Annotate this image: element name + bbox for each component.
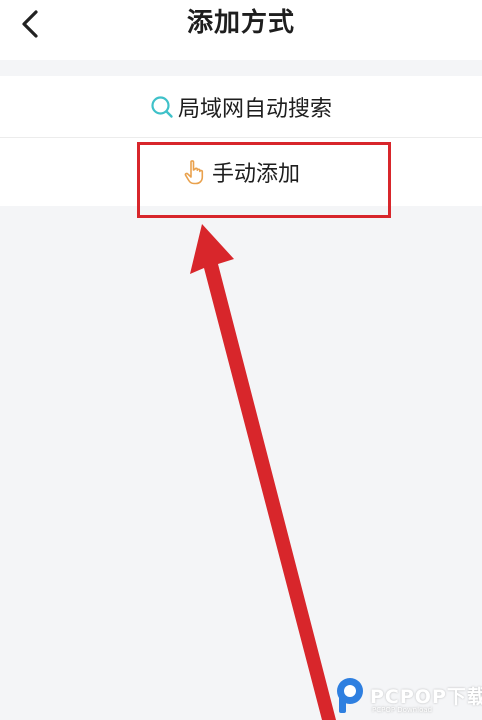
lan-auto-search-label: 局域网自动搜索 xyxy=(177,96,332,122)
manual-add-option[interactable]: 手动添加 xyxy=(0,138,482,206)
watermark-tagline: PCPOP Download xyxy=(372,706,433,714)
pcpop-logo-icon xyxy=(337,678,363,713)
search-icon xyxy=(150,95,174,119)
watermark: PCPOP下载 PCPOP Download xyxy=(334,676,482,718)
section-divider xyxy=(0,60,482,76)
lan-auto-search-option[interactable]: 局域网自动搜索 xyxy=(0,76,482,138)
pointing-hand-icon xyxy=(182,159,208,185)
top-bar: 添加方式 xyxy=(0,0,482,60)
page-title: 添加方式 xyxy=(186,8,295,38)
watermark-brand: PCPOP下载 xyxy=(370,686,482,708)
manual-add-label: 手动添加 xyxy=(211,162,300,187)
